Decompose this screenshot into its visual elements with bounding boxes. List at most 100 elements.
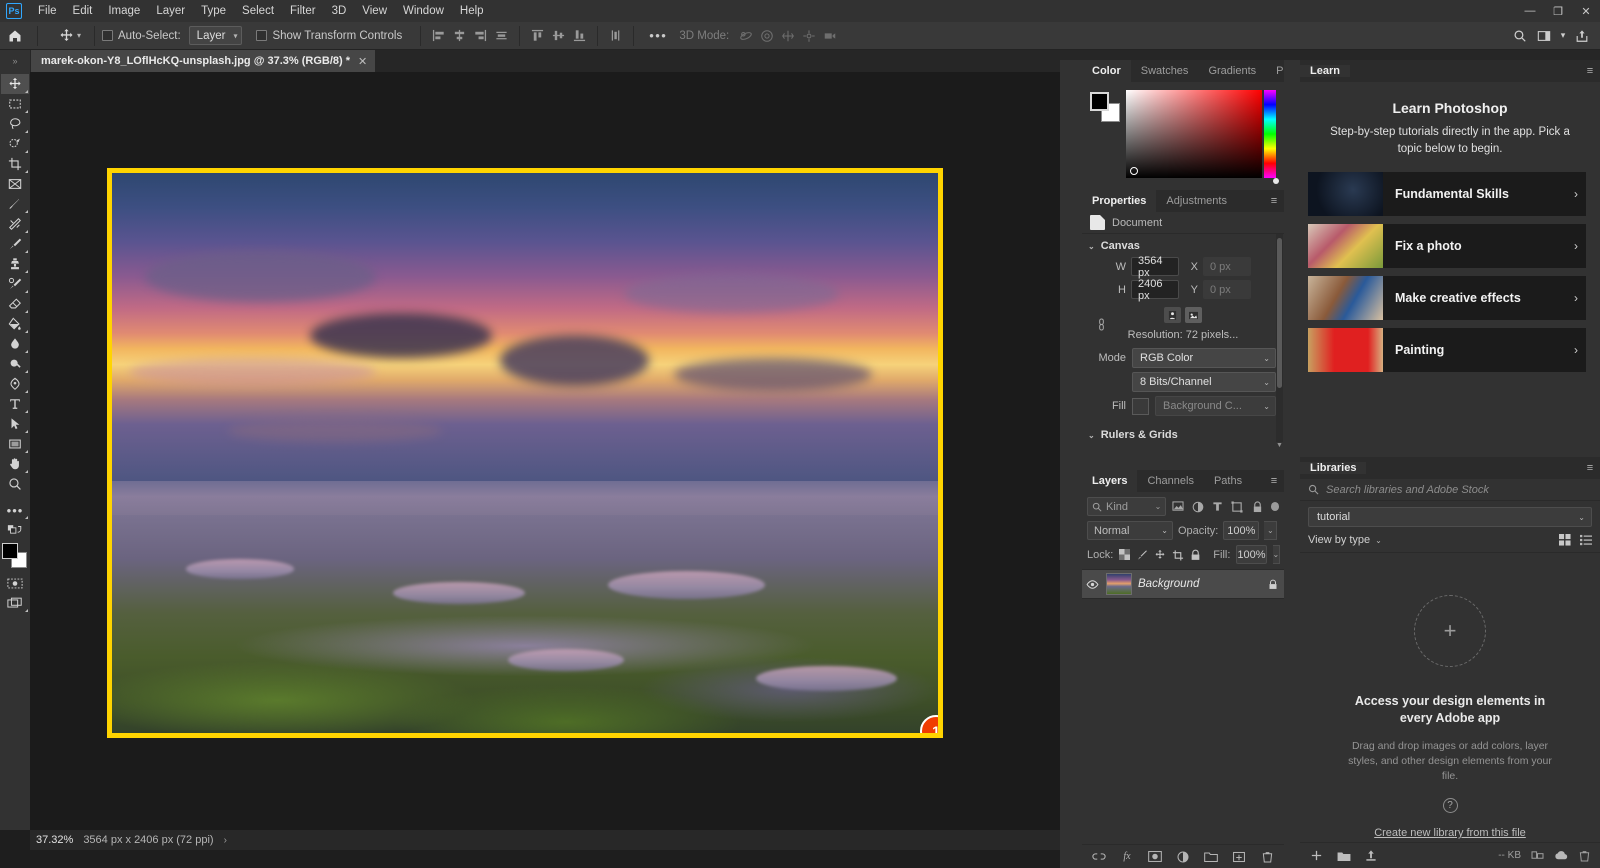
layer-mask-icon[interactable] bbox=[1148, 850, 1162, 864]
view-by-type-label[interactable]: View by type bbox=[1308, 534, 1370, 546]
tab-color[interactable]: Color bbox=[1082, 60, 1131, 82]
canvas-section-header[interactable]: ⌄ Canvas bbox=[1082, 234, 1284, 255]
menu-layer[interactable]: Layer bbox=[148, 2, 193, 20]
scroll-down-arrow-icon[interactable]: ▼ bbox=[1276, 442, 1283, 449]
foreground-background-color-swatch[interactable] bbox=[2, 543, 28, 569]
properties-scrollbar[interactable] bbox=[1276, 234, 1283, 442]
brush-tool[interactable] bbox=[1, 234, 29, 254]
align-right-edges-icon[interactable] bbox=[470, 26, 491, 46]
color-panel-foreground-swatch[interactable] bbox=[1090, 92, 1109, 111]
menu-edit[interactable]: Edit bbox=[65, 2, 101, 20]
type-filter-icon[interactable] bbox=[1209, 498, 1226, 516]
eyedropper-tool[interactable] bbox=[1, 194, 29, 214]
object-selection-tool[interactable] bbox=[1, 134, 29, 154]
rectangular-marquee-tool[interactable] bbox=[1, 94, 29, 114]
close-button[interactable]: ✕ bbox=[1572, 0, 1600, 22]
screen-mode-button[interactable] bbox=[1, 593, 29, 613]
dodge-tool[interactable] bbox=[1, 354, 29, 374]
layer-row[interactable]: Background bbox=[1082, 569, 1284, 599]
blur-tool[interactable] bbox=[1, 334, 29, 354]
image-artboard[interactable]: 1 bbox=[107, 168, 943, 738]
width-input[interactable]: 3564 px bbox=[1131, 255, 1179, 279]
sync-icon[interactable] bbox=[1531, 850, 1544, 861]
zoom-level[interactable]: 37.32% bbox=[36, 834, 73, 846]
menu-select[interactable]: Select bbox=[234, 2, 282, 20]
y-input[interactable]: 0 px bbox=[1203, 280, 1251, 299]
bit-depth-dropdown[interactable]: 8 Bits/Channel ⌄ bbox=[1132, 372, 1276, 392]
libraries-search-row[interactable]: Search libraries and Adobe Stock bbox=[1300, 479, 1600, 501]
tab-gradients[interactable]: Gradients bbox=[1198, 60, 1266, 82]
color-mode-dropdown[interactable]: RGB Color ⌄ bbox=[1132, 348, 1276, 368]
chevron-right-icon[interactable]: › bbox=[1574, 239, 1578, 253]
cloud-icon[interactable] bbox=[1554, 850, 1569, 861]
landscape-orientation-button[interactable] bbox=[1185, 307, 1202, 323]
lock-transparent-pixels-icon[interactable] bbox=[1119, 548, 1131, 562]
default-colors-icon[interactable] bbox=[1, 520, 29, 540]
smart-object-filter-icon[interactable] bbox=[1249, 498, 1266, 516]
pen-tool[interactable] bbox=[1, 374, 29, 394]
camera-3d-icon[interactable] bbox=[819, 26, 840, 46]
current-tool-icon[interactable]: ▾ bbox=[53, 28, 87, 43]
layer-style-icon[interactable]: fx bbox=[1120, 850, 1134, 864]
document-tab[interactable]: marek-okon-Y8_LOflHcKQ-unsplash.jpg @ 37… bbox=[31, 50, 376, 72]
list-view-icon[interactable] bbox=[1580, 534, 1592, 546]
fill-dropdown[interactable]: Background C... ⌄ bbox=[1155, 396, 1276, 416]
rectangle-tool[interactable] bbox=[1, 434, 29, 454]
history-brush-tool[interactable] bbox=[1, 274, 29, 294]
maximize-button[interactable]: ❐ bbox=[1544, 0, 1572, 22]
auto-select-target-dropdown[interactable]: Layer ▾ bbox=[188, 26, 243, 45]
chevron-right-icon[interactable]: › bbox=[1574, 343, 1578, 357]
tab-libraries[interactable]: Libraries bbox=[1300, 462, 1367, 474]
workspace-icon[interactable] bbox=[1532, 25, 1556, 47]
share-icon[interactable] bbox=[1570, 25, 1594, 47]
tab-learn[interactable]: Learn bbox=[1300, 65, 1350, 77]
pixel-filter-icon[interactable] bbox=[1169, 498, 1186, 516]
align-vertical-centers-icon[interactable] bbox=[548, 26, 569, 46]
rulers-section-header[interactable]: ⌄ Rulers & Grids bbox=[1082, 418, 1284, 444]
color-panel-swatches[interactable] bbox=[1090, 92, 1120, 122]
help-icon[interactable]: ? bbox=[1442, 798, 1458, 813]
learn-card-fix-a-photo[interactable]: Fix a photo › bbox=[1308, 224, 1586, 268]
slide-3d-icon[interactable] bbox=[798, 26, 819, 46]
spot-healing-brush-tool[interactable] bbox=[1, 214, 29, 234]
panel-menu-icon[interactable]: ≡ bbox=[1264, 470, 1284, 492]
distribute-vertically-icon[interactable] bbox=[605, 26, 626, 46]
edit-toolbar-button[interactable]: ••• bbox=[1, 500, 29, 520]
chevron-right-icon[interactable]: › bbox=[1574, 187, 1578, 201]
tab-layers[interactable]: Layers bbox=[1082, 470, 1138, 492]
roll-3d-icon[interactable] bbox=[756, 26, 777, 46]
menu-filter[interactable]: Filter bbox=[282, 2, 324, 20]
opacity-input[interactable]: 100% bbox=[1223, 521, 1260, 540]
library-selector-dropdown[interactable]: tutorial ⌄ bbox=[1308, 507, 1592, 527]
fill-color-swatch[interactable] bbox=[1132, 397, 1149, 415]
align-bottom-edges-icon[interactable] bbox=[569, 26, 590, 46]
crop-tool[interactable] bbox=[1, 154, 29, 174]
menu-help[interactable]: Help bbox=[452, 2, 492, 20]
menu-view[interactable]: View bbox=[354, 2, 395, 20]
hand-tool[interactable] bbox=[1, 454, 29, 474]
learn-card-fundamental-skills[interactable]: Fundamental Skills › bbox=[1308, 172, 1586, 216]
x-input[interactable]: 0 px bbox=[1203, 257, 1251, 276]
add-element-dropzone[interactable]: + bbox=[1414, 595, 1486, 667]
distribute-horizontally-icon[interactable] bbox=[491, 26, 512, 46]
link-layers-icon[interactable] bbox=[1092, 850, 1106, 864]
tab-channels[interactable]: Channels bbox=[1137, 470, 1203, 492]
toolbar-collapse-handle[interactable]: » bbox=[0, 50, 30, 72]
lock-image-pixels-icon[interactable] bbox=[1136, 548, 1148, 562]
auto-select-checkbox[interactable] bbox=[102, 30, 114, 41]
layer-thumbnail[interactable] bbox=[1106, 573, 1132, 595]
type-tool[interactable] bbox=[1, 394, 29, 414]
new-group-icon[interactable] bbox=[1204, 850, 1218, 864]
lock-all-icon[interactable] bbox=[1190, 548, 1201, 562]
zoom-tool[interactable] bbox=[1, 474, 29, 494]
menu-window[interactable]: Window bbox=[395, 2, 452, 20]
fill-stepper[interactable]: ⌄ bbox=[1272, 545, 1281, 564]
portrait-orientation-button[interactable] bbox=[1164, 307, 1181, 323]
filter-toggle-switch[interactable] bbox=[1270, 502, 1280, 511]
orbit-3d-icon[interactable] bbox=[735, 26, 756, 46]
libraries-search-input[interactable]: Search libraries and Adobe Stock bbox=[1326, 484, 1489, 496]
learn-card-painting[interactable]: Painting › bbox=[1308, 328, 1586, 372]
align-top-edges-icon[interactable] bbox=[527, 26, 548, 46]
create-library-link[interactable]: Create new library from this file bbox=[1300, 813, 1600, 839]
blend-mode-dropdown[interactable]: Normal ⌄ bbox=[1087, 521, 1173, 540]
